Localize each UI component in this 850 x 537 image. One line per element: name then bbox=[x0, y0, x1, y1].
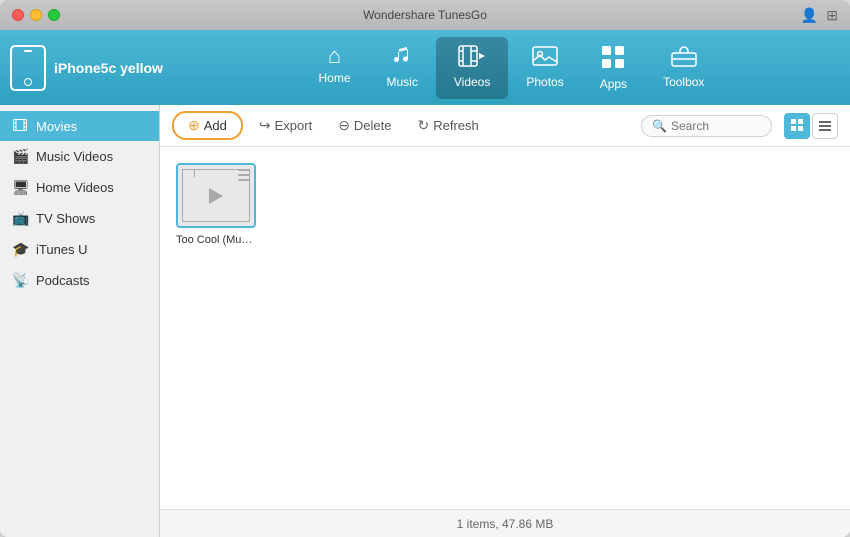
home-videos-icon: 🖥 bbox=[12, 179, 28, 196]
app-window: Wondershare TunesGo 👤 ⊞ iPhone5c yellow … bbox=[0, 0, 850, 537]
sidebar-item-music-videos[interactable]: 🎬 Music Videos bbox=[0, 141, 159, 172]
window-title: Wondershare TunesGo bbox=[363, 8, 487, 22]
nav-label-music: Music bbox=[387, 75, 418, 89]
content-panel: ⊕ Add ↪ Export ⊖ Delete ↻ Refresh 🔍 bbox=[160, 105, 850, 537]
nav-label-toolbox: Toolbox bbox=[663, 75, 704, 89]
video-item[interactable]: Too Cool (Musi... bbox=[176, 163, 256, 246]
apps-icon bbox=[601, 45, 625, 73]
itunes-u-icon: 🎓 bbox=[12, 241, 28, 258]
sidebar-item-home-videos[interactable]: 🖥 Home Videos bbox=[0, 172, 159, 203]
refresh-button[interactable]: ↻ Refresh bbox=[408, 113, 489, 138]
delete-icon: ⊖ bbox=[338, 117, 350, 134]
toolbox-icon bbox=[671, 45, 697, 71]
nav-items: ⌂ Home Music bbox=[183, 37, 840, 99]
sidebar-item-itunes-u[interactable]: 🎓 iTunes U bbox=[0, 234, 159, 265]
photos-icon bbox=[532, 45, 558, 71]
refresh-label: Refresh bbox=[433, 118, 479, 133]
nav-label-videos: Videos bbox=[454, 75, 490, 89]
title-bar-controls: 👤 ⊞ bbox=[801, 7, 838, 24]
podcasts-icon: 📡 bbox=[12, 272, 28, 289]
maximize-button[interactable] bbox=[48, 9, 60, 21]
search-input[interactable] bbox=[671, 119, 761, 133]
delete-label: Delete bbox=[354, 118, 392, 133]
sidebar: Movies 🎬 Music Videos 🖥 Home Videos 📺 TV… bbox=[0, 105, 160, 537]
list-view-icon bbox=[819, 118, 831, 134]
export-label: Export bbox=[275, 118, 313, 133]
status-text: 1 items, 47.86 MB bbox=[457, 517, 554, 531]
music-icon bbox=[390, 45, 414, 71]
status-bar: 1 items, 47.86 MB bbox=[160, 509, 850, 537]
nav-label-home: Home bbox=[319, 71, 351, 85]
refresh-icon: ↻ bbox=[418, 117, 430, 134]
nav-item-home[interactable]: ⌂ Home bbox=[301, 37, 369, 99]
sidebar-item-movies[interactable]: Movies bbox=[0, 111, 159, 141]
play-icon bbox=[209, 188, 223, 204]
view-toggle bbox=[784, 113, 838, 139]
grid-area: Too Cool (Musi... bbox=[160, 147, 850, 509]
sidebar-label-movies: Movies bbox=[36, 119, 77, 134]
search-icon: 🔍 bbox=[652, 119, 667, 133]
export-button[interactable]: ↪ Export bbox=[249, 113, 322, 138]
device-icon bbox=[10, 45, 46, 91]
music-videos-icon: 🎬 bbox=[12, 148, 28, 165]
video-name: Too Cool (Musi... bbox=[176, 234, 256, 246]
add-label: Add bbox=[204, 118, 227, 133]
title-bar: Wondershare TunesGo 👤 ⊞ bbox=[0, 0, 850, 30]
expand-icon[interactable]: ⊞ bbox=[826, 7, 838, 24]
videos-icon bbox=[458, 45, 486, 71]
nav-item-videos[interactable]: Videos bbox=[436, 37, 508, 99]
grid-view-icon bbox=[791, 118, 803, 134]
device-name: iPhone5c yellow bbox=[54, 60, 163, 76]
sidebar-label-podcasts: Podcasts bbox=[36, 273, 89, 288]
nav-label-apps: Apps bbox=[600, 77, 627, 91]
sidebar-item-tv-shows[interactable]: 📺 TV Shows bbox=[0, 203, 159, 234]
home-icon: ⌂ bbox=[328, 45, 341, 67]
nav-item-toolbox[interactable]: Toolbox bbox=[645, 37, 722, 99]
nav-item-photos[interactable]: Photos bbox=[508, 37, 581, 99]
toolbar: iPhone5c yellow ⌂ Home Music bbox=[0, 30, 850, 105]
nav-label-photos: Photos bbox=[526, 75, 563, 89]
delete-button[interactable]: ⊖ Delete bbox=[328, 113, 401, 138]
sidebar-label-itunes-u: iTunes U bbox=[36, 242, 88, 257]
list-view-button[interactable] bbox=[812, 113, 838, 139]
main-content: Movies 🎬 Music Videos 🖥 Home Videos 📺 TV… bbox=[0, 105, 850, 537]
close-button[interactable] bbox=[12, 9, 24, 21]
search-box[interactable]: 🔍 bbox=[641, 115, 772, 137]
nav-item-music[interactable]: Music bbox=[369, 37, 436, 99]
film-strip bbox=[238, 169, 250, 181]
add-icon: ⊕ bbox=[188, 117, 200, 134]
sidebar-item-podcasts[interactable]: 📡 Podcasts bbox=[0, 265, 159, 296]
sidebar-label-music-videos: Music Videos bbox=[36, 149, 113, 164]
device-info: iPhone5c yellow bbox=[10, 45, 163, 91]
export-icon: ↪ bbox=[259, 117, 271, 134]
video-thumbnail bbox=[176, 163, 256, 228]
nav-item-apps[interactable]: Apps bbox=[582, 37, 645, 99]
movies-icon bbox=[12, 118, 28, 134]
sidebar-label-tv-shows: TV Shows bbox=[36, 211, 95, 226]
action-bar: ⊕ Add ↪ Export ⊖ Delete ↻ Refresh 🔍 bbox=[160, 105, 850, 147]
user-icon: 👤 bbox=[801, 7, 818, 24]
sidebar-label-home-videos: Home Videos bbox=[36, 180, 114, 195]
minimize-button[interactable] bbox=[30, 9, 42, 21]
traffic-lights bbox=[12, 9, 60, 21]
tv-shows-icon: 📺 bbox=[12, 210, 28, 227]
add-button[interactable]: ⊕ Add bbox=[172, 111, 243, 140]
grid-view-button[interactable] bbox=[784, 113, 810, 139]
